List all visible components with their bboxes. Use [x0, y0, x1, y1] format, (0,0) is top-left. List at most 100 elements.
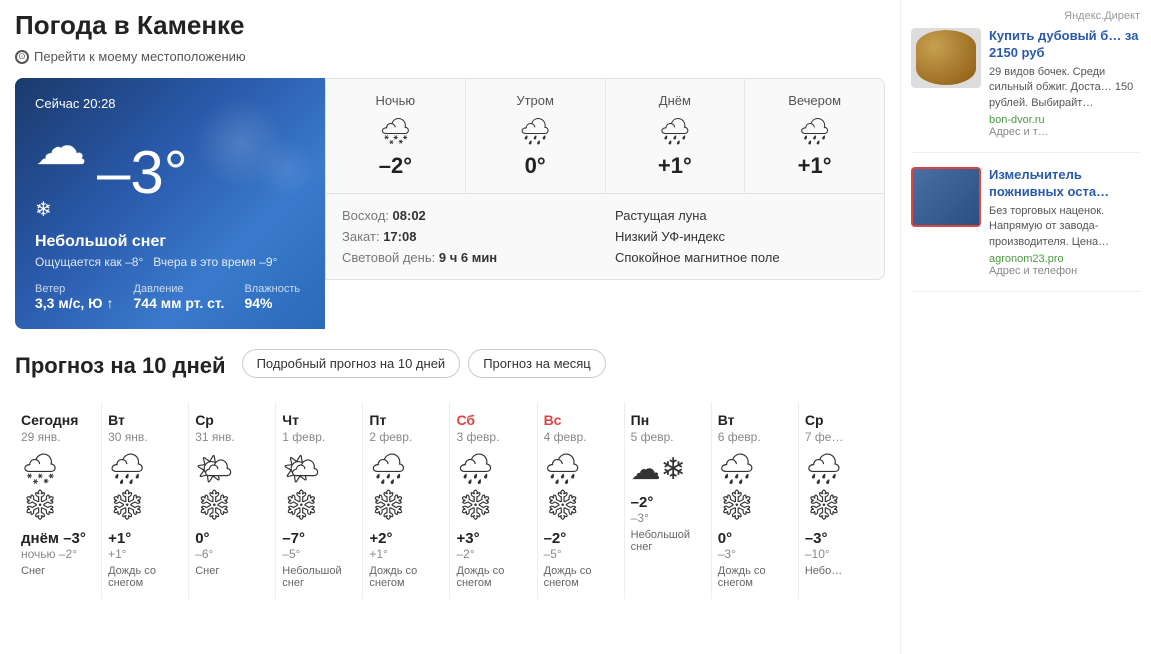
weather-description: Небольшой снег	[35, 233, 305, 251]
ad-site[interactable]: bon-dvor.ru	[989, 114, 1140, 126]
day-temp-high: 0°	[718, 530, 792, 547]
location-link-text: Перейти к моему местоположению	[34, 49, 246, 64]
day-date: 6 февр.	[718, 430, 792, 444]
period-temp: +1°	[616, 153, 735, 179]
day-name: Ср	[805, 412, 879, 428]
period-name: Ночью	[336, 93, 455, 108]
ad-text-block: Измельчитель пожнивных оста… Без торговы…	[989, 167, 1140, 277]
yandex-direct-label: Яндекс.Директ	[911, 10, 1140, 22]
forecast-right: Ночью 🌨 –2° Утром 🌧 0° Днём 🌧 +1° Вечеро…	[325, 78, 885, 329]
day-desc: Снег	[21, 565, 95, 577]
day-icon: 🌤❄	[282, 452, 356, 524]
day-temp-low: ночью –2°	[21, 547, 95, 561]
period-name: Утром	[476, 93, 595, 108]
day-temp-high: –2°	[544, 530, 618, 547]
period-icon: 🌧	[476, 116, 595, 147]
day-temp-low: –3°	[718, 547, 792, 561]
ad-item: Измельчитель пожнивных оста… Без торговы…	[911, 167, 1140, 292]
day-date: 2 февр.	[369, 430, 443, 444]
day-name: Пт	[369, 412, 443, 428]
day-icon: 🌧❄	[369, 452, 443, 524]
period-name: Днём	[616, 93, 735, 108]
day-temp-high: +2°	[369, 530, 443, 547]
day-name: Ср	[195, 412, 269, 428]
main-content: Погода в Каменке ⊙ Перейти к моему место…	[0, 0, 900, 654]
day-temp-low: –5°	[282, 547, 356, 561]
day-icon: 🌧❄	[805, 452, 879, 524]
forecast-section: Прогноз на 10 дней Подробный прогноз на …	[15, 349, 885, 599]
ad-site[interactable]: agronom23.pro	[989, 253, 1140, 265]
sun-moon-item: Низкий УФ-индекс	[615, 229, 868, 244]
day-temp-low: –6°	[195, 547, 269, 561]
day-temp-low: –3°	[631, 511, 705, 525]
day-item: Вт 6 февр. 🌧❄ 0° –3° Дождь со снегом	[712, 402, 799, 599]
day-item: Вс 4 февр. 🌧❄ –2° –5° Дождь со снегом	[538, 402, 625, 599]
ad-text-block: Купить дубовый б… за 2150 руб 29 видов б…	[989, 28, 1140, 138]
sun-label: Световой день:	[342, 250, 435, 265]
day-item: Чт 1 февр. 🌤❄ –7° –5° Небольшой снег	[276, 402, 363, 599]
sun-label: Закат:	[342, 229, 380, 244]
day-name: Вс	[544, 412, 618, 428]
sun-label: Низкий УФ-индекс	[615, 229, 725, 244]
day-desc: Дождь со снегом	[108, 565, 182, 589]
day-name: Вт	[108, 412, 182, 428]
wind-detail: Ветер 3,3 м/с, Ю ↑	[35, 283, 114, 311]
day-date: 30 янв.	[108, 430, 182, 444]
day-icon: 🌧❄	[718, 452, 792, 524]
day-temp-high: +3°	[456, 530, 530, 547]
day-temp-low: –10°	[805, 547, 879, 561]
day-desc: Небо…	[805, 565, 879, 577]
ten-day-grid: Сегодня 29 янв. 🌨❄ днём –3° ночью –2° Сн…	[15, 402, 885, 599]
day-icon: 🌧❄	[108, 452, 182, 524]
ad-description: 29 видов бочек. Среди сильный обжиг. Дос…	[989, 65, 1140, 111]
period-temp: +1°	[755, 153, 874, 179]
pressure-detail: Давление 744 мм рт. ст.	[134, 283, 225, 311]
day-item: Сб 3 февр. 🌧❄ +3° –2° Дождь со снегом	[450, 402, 537, 599]
day-item: Пн 5 февр. ☁❄ –2° –3° Небольшой снег	[625, 402, 712, 599]
humidity-detail: Влажность 94%	[244, 283, 300, 311]
day-temp-high: –2°	[631, 494, 705, 511]
period-icon: 🌧	[755, 116, 874, 147]
day-item: Сегодня 29 янв. 🌨❄ днём –3° ночью –2° Сн…	[15, 402, 102, 599]
day-name: Сб	[456, 412, 530, 428]
day-desc: Снег	[195, 565, 269, 577]
location-link[interactable]: ⊙ Перейти к моему местоположению	[15, 49, 885, 64]
day-icon: 🌧❄	[456, 452, 530, 524]
day-temp-high: 0°	[195, 530, 269, 547]
sun-moon-info: Восход: 08:02Растущая лунаЗакат: 17:08Ни…	[325, 194, 885, 280]
ad-address-link[interactable]: Адрес и т…	[989, 126, 1140, 138]
day-temp-high: днём –3°	[21, 530, 95, 547]
location-icon: ⊙	[15, 50, 29, 64]
period-item: Утром 🌧 0°	[466, 79, 606, 193]
weather-top: Сейчас 20:28 ☁❄ –3° Небольшой снег Ощуща…	[15, 78, 885, 329]
sun-moon-item: Световой день: 9 ч 6 мин	[342, 250, 595, 265]
current-main: ☁❄ –3°	[35, 121, 305, 225]
day-name: Сегодня	[21, 412, 95, 428]
monthly-forecast-button[interactable]: Прогноз на месяц	[468, 349, 606, 378]
day-temp-low: +1°	[108, 547, 182, 561]
period-icon: 🌧	[616, 116, 735, 147]
day-item: Ср 31 янв. 🌤❄ 0° –6° Снег	[189, 402, 276, 599]
day-item: Вт 30 янв. 🌧❄ +1° +1° Дождь со снегом	[102, 402, 189, 599]
day-temp-high: +1°	[108, 530, 182, 547]
day-date: 5 февр.	[631, 430, 705, 444]
ad-image	[911, 28, 981, 88]
detailed-forecast-button[interactable]: Подробный прогноз на 10 дней	[242, 349, 461, 378]
sidebar: Яндекс.Директ Купить дубовый б… за 2150 …	[900, 0, 1150, 654]
ad-title[interactable]: Измельчитель пожнивных оста…	[989, 167, 1140, 201]
day-name: Чт	[282, 412, 356, 428]
day-date: 7 фе…	[805, 430, 879, 444]
sun-label: Восход:	[342, 208, 389, 223]
sun-moon-item: Растущая луна	[615, 208, 868, 223]
period-forecast: Ночью 🌨 –2° Утром 🌧 0° Днём 🌧 +1° Вечеро…	[325, 78, 885, 194]
day-date: 1 февр.	[282, 430, 356, 444]
period-item: Ночью 🌨 –2°	[326, 79, 466, 193]
day-date: 4 февр.	[544, 430, 618, 444]
ad-image	[911, 167, 981, 227]
sun-moon-item: Спокойное магнитное поле	[615, 250, 868, 265]
day-desc: Небольшой снег	[282, 565, 356, 589]
ad-description: Без торговых наценок. Напрямую от завода…	[989, 204, 1140, 250]
ad-address-link[interactable]: Адрес и телефон	[989, 265, 1140, 277]
period-item: Днём 🌧 +1°	[606, 79, 746, 193]
ad-title[interactable]: Купить дубовый б… за 2150 руб	[989, 28, 1140, 62]
